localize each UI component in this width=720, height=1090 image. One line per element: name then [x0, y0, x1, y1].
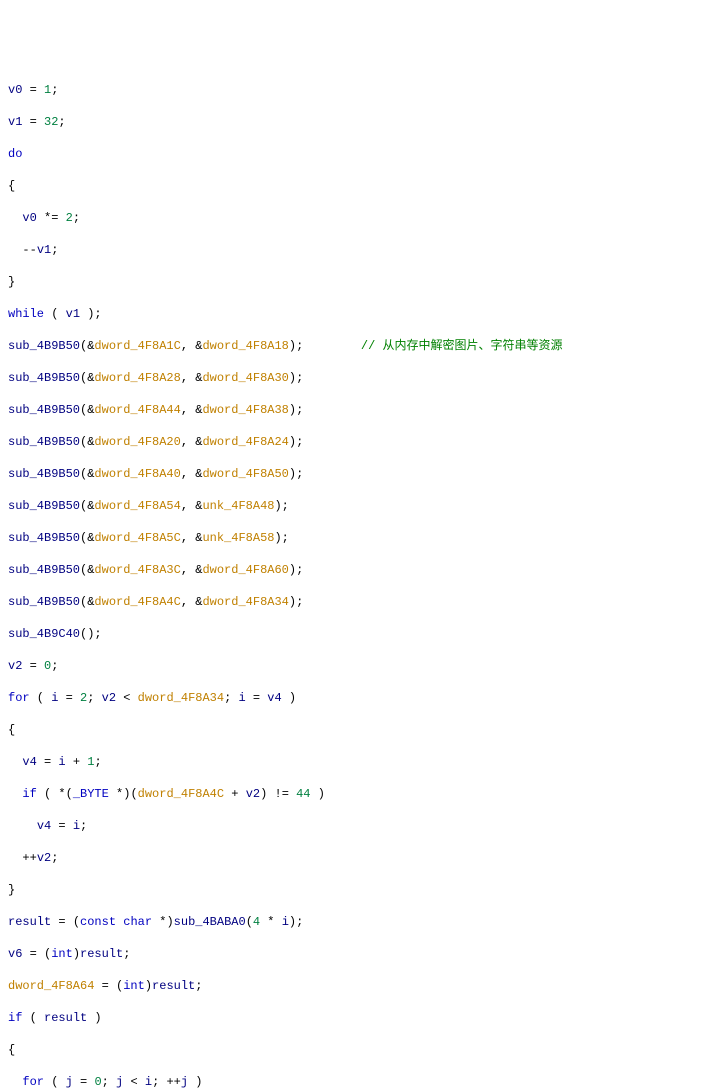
code-line: } [8, 274, 720, 290]
code-line: while ( v1 ); [8, 306, 720, 322]
decompiled-code-block: v0 = 1; v1 = 32; do { v0 *= 2; --v1; } w… [0, 64, 720, 1090]
code-line: sub_4B9C40(); [8, 626, 720, 642]
code-line: sub_4B9B50(&dword_4F8A54, &unk_4F8A48); [8, 498, 720, 514]
code-line: --v1; [8, 242, 720, 258]
code-line: { [8, 178, 720, 194]
code-line: } [8, 882, 720, 898]
code-line: v0 = 1; [8, 82, 720, 98]
code-line: sub_4B9B50(&dword_4F8A5C, &unk_4F8A58); [8, 530, 720, 546]
code-line: v2 = 0; [8, 658, 720, 674]
code-line: sub_4B9B50(&dword_4F8A20, &dword_4F8A24)… [8, 434, 720, 450]
code-line: do [8, 146, 720, 162]
code-line: if ( *(_BYTE *)(dword_4F8A4C + v2) != 44… [8, 786, 720, 802]
code-line: v4 = i; [8, 818, 720, 834]
code-line: sub_4B9B50(&dword_4F8A44, &dword_4F8A38)… [8, 402, 720, 418]
code-line: sub_4B9B50(&dword_4F8A40, &dword_4F8A50)… [8, 466, 720, 482]
code-line: { [8, 722, 720, 738]
code-line: v1 = 32; [8, 114, 720, 130]
code-line: { [8, 1042, 720, 1058]
code-line: ++v2; [8, 850, 720, 866]
code-line: sub_4B9B50(&dword_4F8A4C, &dword_4F8A34)… [8, 594, 720, 610]
code-line: v6 = (int)result; [8, 946, 720, 962]
code-line: sub_4B9B50(&dword_4F8A1C, &dword_4F8A18)… [8, 338, 720, 354]
code-line: v4 = i + 1; [8, 754, 720, 770]
code-line: for ( j = 0; j < i; ++j ) [8, 1074, 720, 1090]
code-line: sub_4B9B50(&dword_4F8A3C, &dword_4F8A60)… [8, 562, 720, 578]
code-line: v0 *= 2; [8, 210, 720, 226]
code-line: for ( i = 2; v2 < dword_4F8A34; i = v4 ) [8, 690, 720, 706]
code-line: result = (const char *)sub_4BABA0(4 * i)… [8, 914, 720, 930]
code-line: sub_4B9B50(&dword_4F8A28, &dword_4F8A30)… [8, 370, 720, 386]
code-line: if ( result ) [8, 1010, 720, 1026]
comment-text: // 从内存中解密图片、字符串等资源 [361, 339, 563, 353]
code-line: dword_4F8A64 = (int)result; [8, 978, 720, 994]
